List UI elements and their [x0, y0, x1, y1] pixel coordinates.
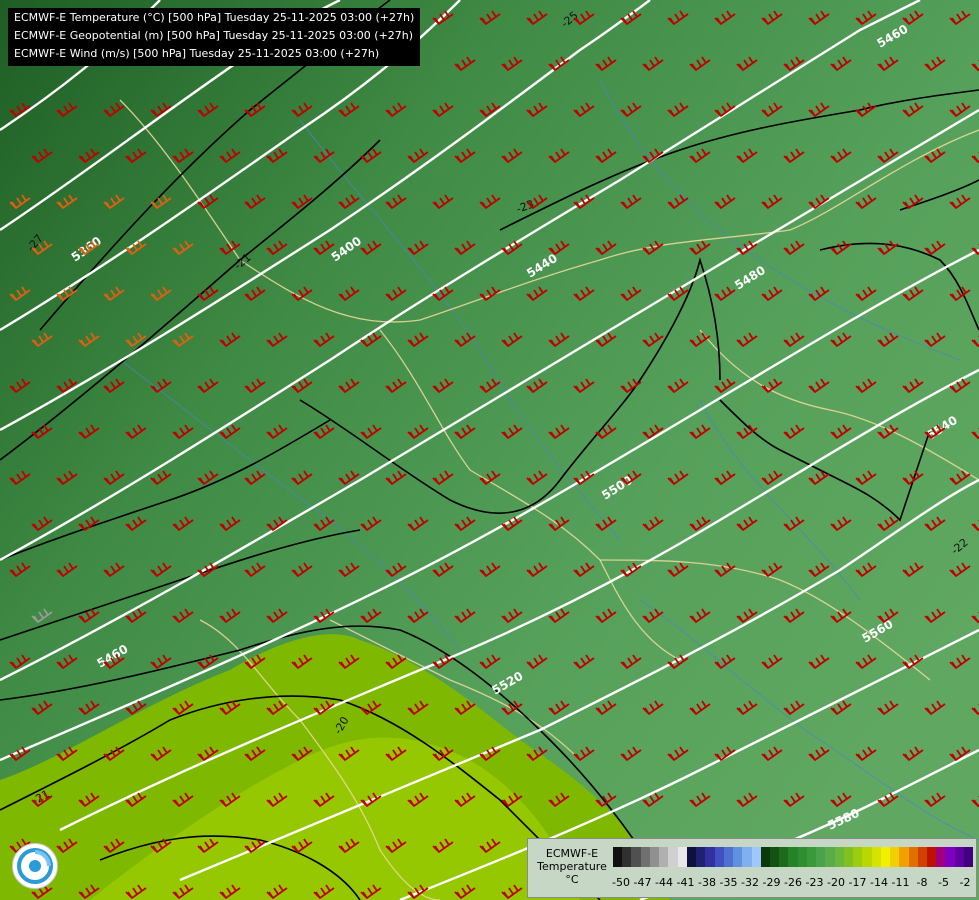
legend-swatch: [806, 847, 817, 867]
legend-swatch: [871, 847, 881, 867]
legend-swatch: [843, 847, 854, 867]
legend-tick: -38: [698, 876, 716, 889]
legend-tick: -2: [959, 876, 971, 889]
legend-tick: -17: [848, 876, 867, 889]
legend-swatch: [649, 847, 660, 867]
legend-swatch: [880, 847, 891, 867]
title-temperature: ECMWF-E Temperature (°C) [500 hPa] Tuesd…: [14, 11, 415, 24]
legend-swatch: [659, 847, 669, 867]
legend-swatch: [686, 847, 697, 867]
legend-swatch: [705, 847, 715, 867]
provider-logo-icon: [12, 843, 58, 889]
legend-tick: -20: [827, 876, 845, 889]
legend-swatch: [797, 847, 807, 867]
legend-swatch: [742, 847, 752, 867]
legend-swatch: [640, 847, 650, 867]
legend-swatch: [908, 847, 918, 867]
legend-swatch: [714, 847, 724, 867]
legend-tick: -47: [633, 876, 652, 889]
legend-tick: -41: [676, 876, 695, 889]
legend-swatch: [954, 847, 964, 867]
legend-tick: -11: [891, 876, 910, 889]
legend-swatch: [613, 847, 623, 867]
legend-tick: -26: [784, 876, 802, 889]
legend-swatch: [862, 847, 872, 867]
legend-ticks: -50 -47 -44 -41 -38 -35 -32 -29 -26 -23 -20 -17 -14-…: [612, 876, 973, 890]
legend-swatch: [751, 847, 761, 867]
legend-swatch: [677, 847, 687, 867]
temperature-legend: ECMWF-E Temperature °C -50 -47 -44 -41 -38 -3…: [527, 838, 977, 898]
legend-swatch: [963, 847, 974, 867]
map-title-box: ECMWF-E Temperature (°C) [500 hPa] Tuesd…: [8, 8, 420, 66]
legend-swatch: [760, 847, 770, 867]
legend-tick: -23: [805, 876, 824, 889]
legend-tick: -50: [612, 876, 630, 889]
legend-swatch: [723, 847, 734, 867]
legend-tick: -8: [916, 876, 928, 889]
legend-swatch: [769, 847, 780, 867]
legend-tick: -35: [719, 876, 738, 889]
legend-tick: -5: [938, 876, 949, 889]
legend-swatch: [825, 847, 835, 867]
legend-tick: -44: [655, 876, 673, 889]
legend-tick: -14: [870, 876, 888, 889]
legend-swatch: [945, 847, 955, 867]
legend-swatch: [788, 847, 798, 867]
legend-swatch: [936, 847, 946, 867]
legend-swatch: [631, 847, 641, 867]
legend-tick: -29: [762, 876, 781, 889]
weather-map[interactable]: 5460 5400 5440 5480 5540 5560 5580 5500 …: [0, 0, 979, 900]
legend-swatch: [834, 847, 844, 867]
legend-swatch: [696, 847, 706, 867]
legend-tick: -32: [741, 876, 759, 889]
legend-swatch: [779, 847, 789, 867]
legend-swatch: [622, 847, 632, 867]
title-geopotential: ECMWF-E Geopotential (m) [500 hPa] Tuesd…: [14, 29, 414, 42]
legend-swatch: [890, 847, 900, 867]
title-wind: ECMWF-E Wind (m/s) [500 hPa] Tuesday 25-…: [14, 47, 380, 60]
legend-swatch: [668, 847, 678, 867]
legend-title: ECMWF-E Temperature °C: [537, 847, 607, 886]
legend-color-bar: [613, 847, 974, 867]
legend-swatch: [733, 847, 743, 867]
legend-swatch: [853, 847, 863, 867]
legend-swatch: [917, 847, 927, 867]
legend-swatch: [926, 847, 937, 867]
legend-swatch: [899, 847, 909, 867]
legend-swatch: [816, 847, 826, 867]
